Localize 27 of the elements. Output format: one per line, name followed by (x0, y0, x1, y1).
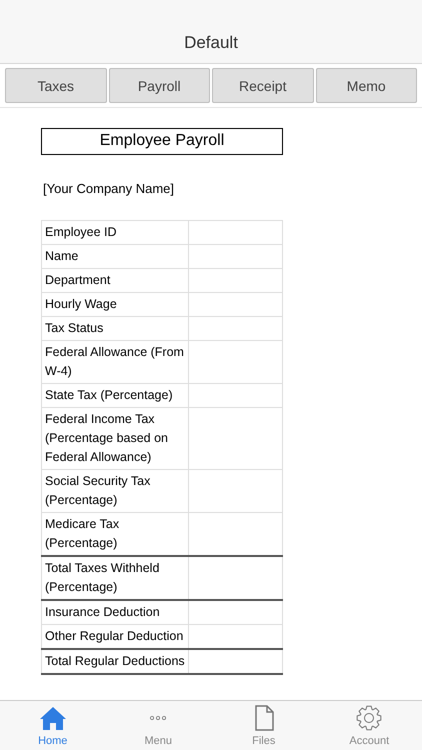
field-label: Federal Allowance (From W-4) (42, 340, 188, 384)
category-button[interactable]: Receipt (212, 68, 314, 103)
field-label: Total Regular Deductions (42, 649, 188, 674)
field-label: Medicare Tax (Percentage) (42, 512, 188, 556)
company-name: [Your Company Name] (43, 181, 176, 196)
settings-icon (355, 704, 384, 732)
field-label: Total Taxes Withheld (Percentage) (42, 556, 188, 600)
field-label: Insurance Deduction (42, 600, 188, 624)
tab-bar-item[interactable]: Home (0, 701, 106, 750)
document-title: Employee Payroll (41, 128, 283, 155)
category-button[interactable]: Taxes (5, 68, 106, 103)
value-cell[interactable] (188, 556, 282, 600)
field-label: Social Security Tax (Percentage) (42, 470, 188, 512)
field-label: Department (42, 268, 188, 292)
value-cell[interactable] (188, 649, 282, 674)
field-label: Tax Status (42, 316, 188, 340)
field-label: State Tax (Percentage) (42, 384, 188, 408)
more-icon (150, 716, 166, 720)
category-button[interactable]: Memo (316, 68, 417, 103)
field-label: Other Regular Deduction (42, 624, 188, 649)
field-label: Federal Income Tax (Percentage based on Federal Allowance) (42, 408, 188, 470)
screen-title: Default (184, 33, 238, 53)
field-label: Employee ID (42, 220, 188, 244)
field-label: Name (42, 244, 188, 268)
field-label: Hourly Wage (42, 292, 188, 316)
home-icon (38, 704, 67, 732)
category-button[interactable]: Payroll (108, 68, 210, 103)
